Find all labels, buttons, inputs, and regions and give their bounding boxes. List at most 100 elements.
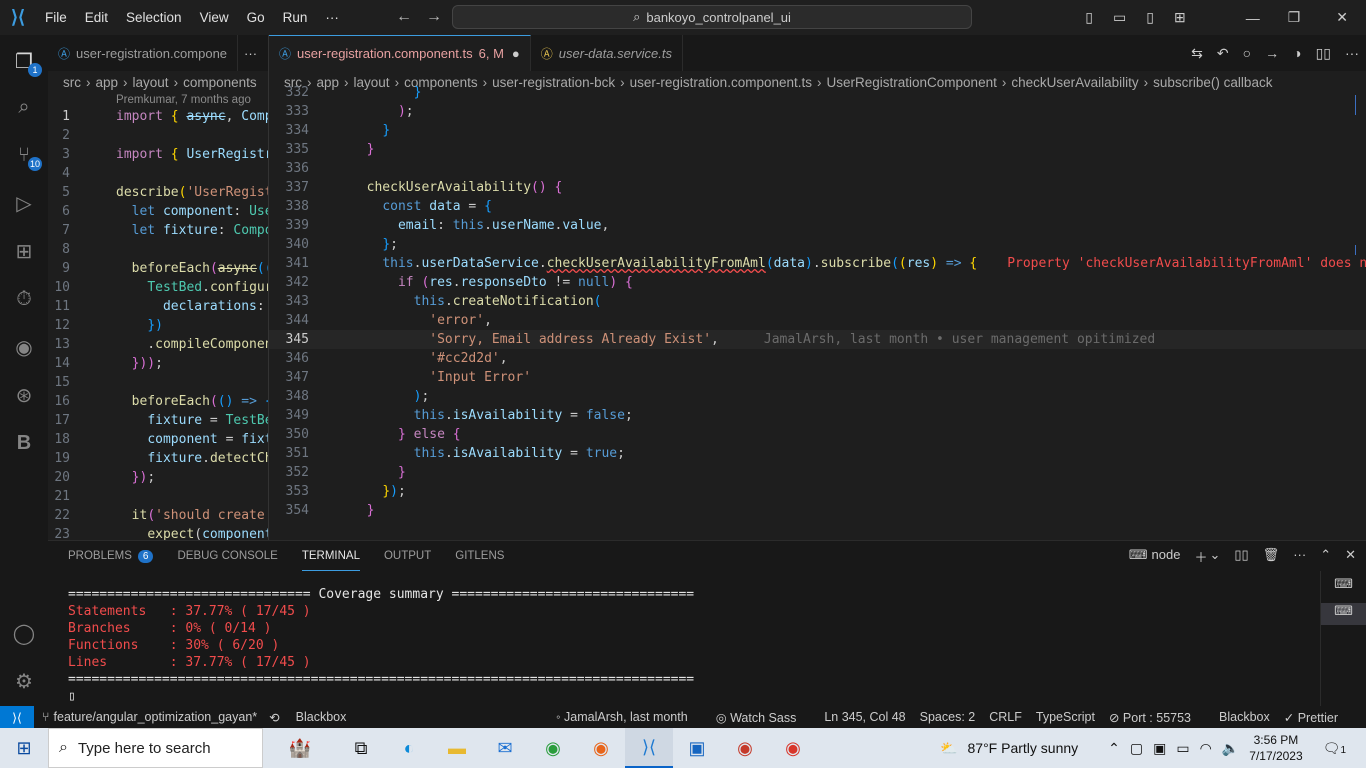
more-actions-icon[interactable]: ··· <box>244 46 257 61</box>
close-window-button[interactable]: ✕ <box>1318 9 1366 26</box>
split-editor-icon[interactable]: ▯▯ <box>1309 45 1338 62</box>
command-center-search[interactable]: ⌕ bankoyo_controlpanel_ui <box>452 5 972 29</box>
toggle-sidebar-icon[interactable]: ▯ <box>1075 9 1103 26</box>
tab-user-registration-spec[interactable]: Ⓐuser-registration.compone <box>48 35 239 71</box>
terminal-instance-icon[interactable]: ⌨ <box>1321 603 1366 625</box>
prettier-status[interactable]: ✓ Prettier <box>1284 710 1352 725</box>
next-revision-icon[interactable]: → <box>1258 45 1286 61</box>
blackbox-status[interactable]: Blackbox <box>296 710 347 724</box>
toggle-secondary-sidebar-icon[interactable]: ▯ <box>1136 9 1164 26</box>
panel-tab-terminal[interactable]: TERMINAL <box>301 541 360 571</box>
chrome-icon-2[interactable]: ◉ <box>769 728 817 768</box>
search-icon[interactable]: ⌕ <box>10 93 38 121</box>
code-line: 22 it('should create' <box>48 506 268 525</box>
taskbar-search[interactable]: ⌕ Type here to search <box>48 728 263 768</box>
file-explorer-icon[interactable]: ▬ <box>433 728 481 768</box>
app-icon[interactable]: ▣ <box>673 728 721 768</box>
run-debug-icon[interactable]: ▷ <box>10 189 38 217</box>
panel-tab-debug-console[interactable]: DEBUG CONSOLE <box>177 541 277 571</box>
firefox-icon[interactable]: ◉ <box>577 728 625 768</box>
compare-changes-icon[interactable]: ⇆ <box>1184 45 1210 62</box>
tray-app-icon-2[interactable]: ▣ <box>1153 740 1166 757</box>
blame-status[interactable]: ◦ JamalArsh, last month <box>556 710 702 724</box>
vscode-taskbar-icon[interactable]: ⟩⟨ <box>625 728 673 768</box>
clock[interactable]: 3:56 PM 7/17/2023 <box>1249 732 1302 764</box>
panel-tab-output[interactable]: OUTPUT <box>384 541 431 571</box>
accounts-icon[interactable]: ◯ <box>10 619 38 647</box>
notifications-icon[interactable]: 🗨1 <box>1323 740 1356 757</box>
terminal-output[interactable]: =============================== Coverage… <box>48 571 1366 705</box>
mail-icon[interactable]: ✉ <box>481 728 529 768</box>
unsaved-dot-icon[interactable]: ● <box>512 46 520 61</box>
previous-change-icon[interactable]: ↶ <box>1210 45 1236 62</box>
menu-item-1[interactable]: Edit <box>76 10 117 25</box>
maximize-panel-icon[interactable]: ⌃ <box>1320 547 1331 566</box>
indentation[interactable]: Spaces: 2 <box>920 710 976 724</box>
menu-item-6[interactable]: ··· <box>316 10 348 25</box>
explorer-icon[interactable]: ❐ 1 <box>10 47 42 77</box>
search-highlight-icon[interactable]: 🏰 <box>263 728 337 768</box>
left-code-area[interactable]: Premkumar, 7 months ago 1 import { async,… <box>48 93 268 540</box>
volume-icon[interactable]: 🔈 <box>1222 740 1239 757</box>
cursor-position[interactable]: Ln 345, Col 48 <box>824 710 905 724</box>
toggle-panel-icon[interactable]: ▭ <box>1103 9 1136 26</box>
customize-layout-icon[interactable]: ⊞ <box>1164 9 1196 26</box>
extensions-icon[interactable]: ⊞ <box>10 237 38 265</box>
back-arrow-icon[interactable]: ← <box>396 8 426 25</box>
menu-item-5[interactable]: Run <box>274 10 317 25</box>
revision-icon[interactable]: ○ <box>1236 45 1258 61</box>
panel-tab-problems[interactable]: PROBLEMS 6 <box>68 541 154 571</box>
nav-arrows[interactable]: ←→ <box>396 8 456 26</box>
watch-sass[interactable]: ◎ Watch Sass <box>716 710 811 725</box>
breadcrumb-item[interactable]: components <box>183 75 257 90</box>
port-status[interactable]: ⊘ Port : 55753 <box>1109 710 1205 725</box>
show-hidden-icons[interactable]: ⌃ <box>1108 740 1120 757</box>
tab-user-registration-component[interactable]: Ⓐuser-registration.component.ts 6, M ● <box>269 35 531 71</box>
trash-icon[interactable]: 🗑 <box>1263 547 1280 566</box>
close-panel-icon[interactable]: ✕ <box>1345 547 1356 566</box>
menu-item-2[interactable]: Selection <box>117 10 191 25</box>
chrome-profile-icon[interactable]: ◉ <box>721 728 769 768</box>
minimize-button[interactable]: — <box>1236 10 1270 26</box>
tray-app-icon[interactable]: ▢ <box>1130 740 1143 757</box>
settings-gear-icon[interactable]: ⚙ <box>10 667 38 695</box>
menu-item-0[interactable]: File <box>36 10 76 25</box>
line-ending[interactable]: CRLF <box>989 710 1022 724</box>
blackbox-right[interactable]: Blackbox <box>1219 710 1270 724</box>
split-terminal-icon[interactable]: ▯▯ <box>1234 547 1248 566</box>
testing-icon[interactable]: ⏱ <box>10 285 38 313</box>
terminal-instance-icon[interactable]: ⌨ <box>1321 576 1366 598</box>
breadcrumb-item[interactable]: src <box>63 75 81 90</box>
chrome-icon[interactable]: ◉ <box>529 728 577 768</box>
weather-text[interactable]: 87°F Partly sunny <box>968 740 1079 756</box>
code-text: this.createNotification( <box>413 294 602 309</box>
task-view-icon[interactable]: ⧉ <box>337 728 385 768</box>
terminal-name[interactable]: node <box>1152 547 1181 566</box>
more-actions-icon[interactable]: ··· <box>1293 547 1306 566</box>
new-terminal-icon[interactable]: ＋ <box>1194 547 1207 566</box>
edge-icon[interactable]: ◐ <box>385 728 433 768</box>
panel-tab-gitlens[interactable]: GITLENS <box>455 541 504 571</box>
weather-icon[interactable]: ⛅ <box>940 740 957 757</box>
battery-icon[interactable]: ▭ <box>1176 740 1189 757</box>
source-control-icon[interactable]: ⑂ 10 <box>10 141 42 171</box>
tab-user-data-service[interactable]: Ⓐuser-data.service.ts <box>531 35 683 71</box>
sync-icon[interactable]: ⟲ <box>269 710 279 725</box>
github-icon[interactable]: ◉ <box>10 333 38 361</box>
breadcrumb-item[interactable]: app <box>96 75 119 90</box>
windows-start-icon[interactable]: ⊞ <box>0 728 48 768</box>
gitlens-inspect-icon[interactable]: ◑ <box>1286 45 1308 61</box>
blackbox-icon[interactable]: B <box>10 429 38 457</box>
git-branch[interactable]: feature/angular_optimization_gayan* <box>54 710 258 724</box>
wifi-icon[interactable]: ◠ <box>1200 740 1212 757</box>
right-code-area[interactable]: 332 } 333 ); 334 } 335 } 336 337 checkUserAva… <box>269 83 1366 520</box>
breadcrumb-item[interactable]: layout <box>133 75 169 90</box>
remote-indicator-icon[interactable]: ⟩⟨ <box>0 706 34 728</box>
chevron-down-icon[interactable]: ⌄ <box>1209 547 1220 566</box>
more-actions-icon[interactable]: ··· <box>1338 45 1366 61</box>
menu-item-4[interactable]: Go <box>238 10 274 25</box>
language-mode[interactable]: TypeScript <box>1036 710 1095 724</box>
menu-item-3[interactable]: View <box>191 10 238 25</box>
restore-button[interactable]: ❐ <box>1270 9 1319 26</box>
gitlens-icon[interactable]: ⊛ <box>10 381 38 409</box>
